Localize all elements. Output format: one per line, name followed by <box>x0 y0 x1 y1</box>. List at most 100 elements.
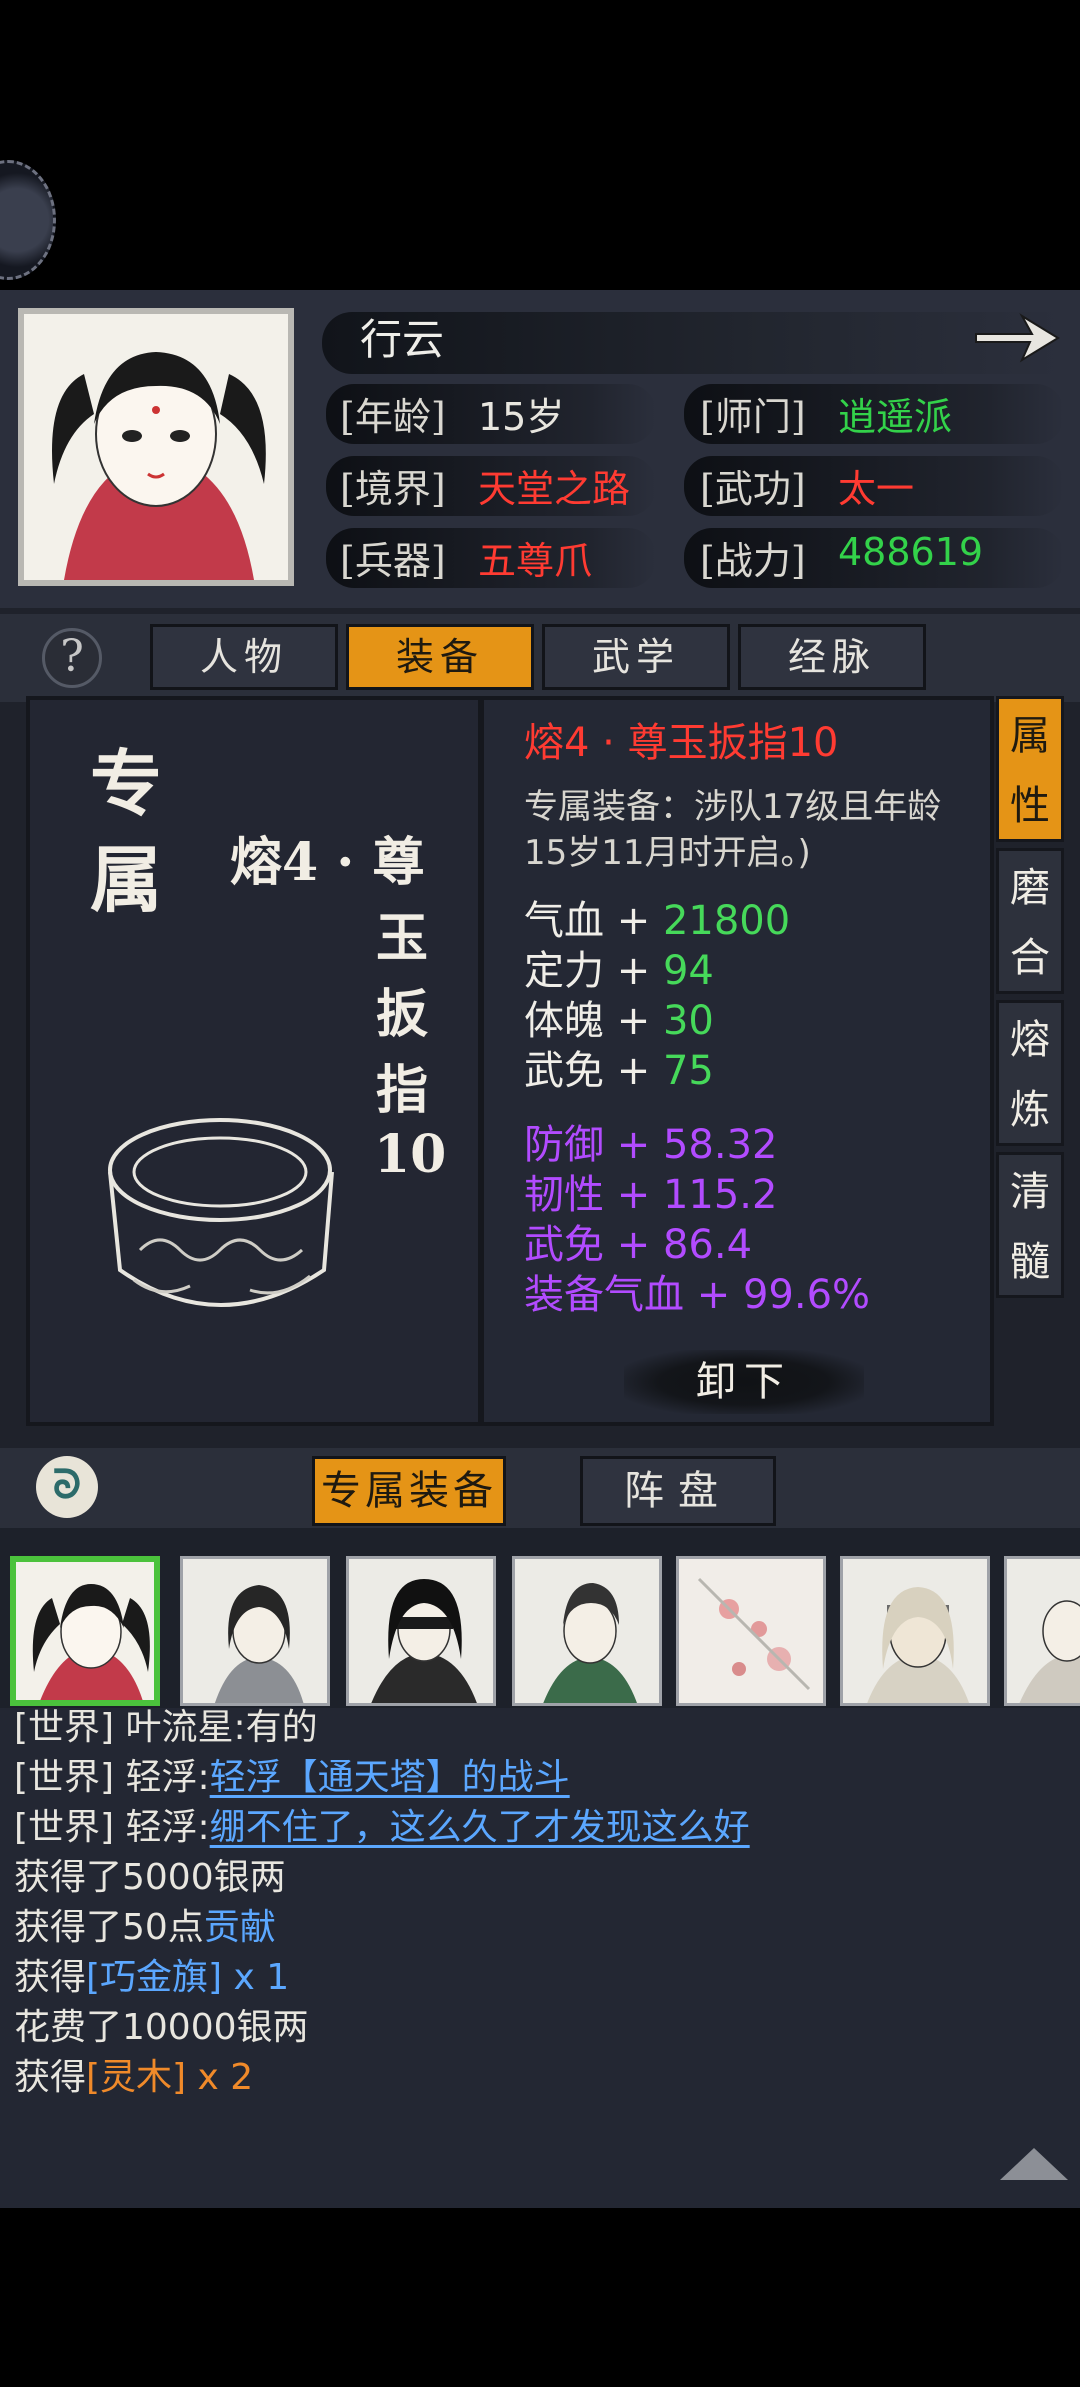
power-label: [战力] <box>700 539 806 583</box>
sect-label: [师门] <box>700 395 806 439</box>
log-item-link[interactable]: [巧金旗] <box>86 1957 222 1998</box>
exclusive-char-2: 属 <box>90 837 163 922</box>
stat-value: 30 <box>662 998 714 1044</box>
stat-row: 武免 + 75 <box>524 1046 714 1096</box>
log-line: 花费了10000银两 <box>14 1998 309 2050</box>
ring-icon <box>108 1118 334 1307</box>
unequip-button[interactable]: 卸下 <box>624 1350 864 1414</box>
item-title: 熔4 · 尊玉扳指10 <box>524 720 839 766</box>
stat-sign: + <box>616 1048 651 1094</box>
chat-link[interactable]: 绷不住了，这么久了才发现这么好 <box>210 1807 750 1848</box>
stat-row: 定力 + 94 <box>524 946 714 996</box>
character-slot-selected[interactable] <box>10 1556 160 1706</box>
power-value: 488619 <box>838 530 984 574</box>
stat-value: 21800 <box>662 898 791 944</box>
stat-value: 75 <box>662 1048 714 1094</box>
tab-character[interactable]: 人物 <box>150 624 338 690</box>
tab-meridians[interactable]: 经脉 <box>738 624 926 690</box>
log-item-link[interactable]: [灵木] <box>86 2057 186 2098</box>
item-name-vertical-3: 扳 <box>376 984 429 1045</box>
sect-value: 逍遥派 <box>838 395 953 439</box>
bonus-stat-value: 86.4 <box>662 1222 753 1268</box>
chat-link[interactable]: 轻浮【通天塔】的战斗 <box>210 1757 570 1798</box>
age-label: [年龄] <box>340 395 446 439</box>
item-illustration-card: 专 属 熔4 · 尊 玉 扳 指 10 <box>26 696 482 1426</box>
item-attributes-card: 熔4 · 尊玉扳指10 专属装备：涉队17级且年龄15岁11月时开启。) 气血 … <box>480 696 994 1426</box>
swap-icon[interactable]: ᘐ <box>36 1456 98 1518</box>
chat-log: [世界] 叶流星:有的 [世界] 轻浮:轻浮【通天塔】的战斗 [世界] 轻浮:绷… <box>0 1707 1080 2208</box>
exclusive-label: 专 属 <box>90 736 162 928</box>
bonus-stat-row: 韧性 + 115.2 <box>524 1170 777 1220</box>
log-text: 花费了10000银两 <box>14 2007 309 2048</box>
stat-name: 定力 <box>524 948 604 994</box>
log-line: 获得了50点贡献 <box>14 1898 276 1950</box>
bonus-stat-sign: + <box>696 1272 731 1318</box>
stat-name: 武免 <box>524 1048 604 1094</box>
bonus-stat-sign: + <box>616 1122 651 1168</box>
character-name: 行云 <box>360 315 445 364</box>
side-tab-smelt[interactable]: 熔 炼 <box>996 1000 1064 1146</box>
character-portrait <box>18 308 294 586</box>
log-highlight: 贡献 <box>203 1907 276 1948</box>
expand-up-icon[interactable] <box>1000 2148 1068 2180</box>
chat-line: [世界] 轻浮:轻浮【通天塔】的战斗 <box>14 1748 570 1800</box>
item-description: 专属装备：涉队17级且年龄15岁11月时开启。) <box>524 787 942 873</box>
equipment-panel: ? 人物 装备 武学 经脉 专 属 熔4 · 尊 玉 扳 指 10 熔4 · 尊… <box>0 608 1080 1528</box>
corner-badge-icon[interactable] <box>0 160 56 280</box>
item-name-vertical-2: 玉 <box>376 908 429 969</box>
bonus-stat-name: 武免 <box>524 1222 604 1268</box>
next-arrow-icon[interactable] <box>970 304 1066 368</box>
tab-equipment[interactable]: 装备 <box>346 624 534 690</box>
bonus-stat-row: 装备气血 + 99.6% <box>524 1270 870 1320</box>
tab-formation[interactable]: 阵盘 <box>580 1456 776 1526</box>
log-quantity: x 1 <box>222 1957 290 1998</box>
item-name-vertical-4: 指 <box>376 1060 429 1121</box>
character-slot[interactable] <box>180 1556 330 1706</box>
log-text: 获得了50点 <box>14 1907 204 1948</box>
log-text: 获得 <box>14 1957 87 1998</box>
character-slot[interactable] <box>346 1556 496 1706</box>
bonus-stat-row: 防御 + 58.32 <box>524 1120 777 1170</box>
chat-prefix: [世界] 轻浮: <box>14 1807 210 1848</box>
realm-value: 天堂之路 <box>478 467 631 511</box>
bottom-tab-bar <box>0 1448 1080 1528</box>
stat-sign: + <box>616 898 651 944</box>
exclusive-char-1: 专 <box>90 741 163 826</box>
character-slot[interactable] <box>840 1556 990 1706</box>
log-text: 获得 <box>14 2057 87 2098</box>
bonus-stat-name: 装备气血 <box>524 1272 684 1318</box>
weapon-label: [兵器] <box>340 539 446 583</box>
item-name-vertical-1: 熔4 · 尊 <box>230 832 425 893</box>
bonus-stat-value: 115.2 <box>662 1172 778 1218</box>
log-line: 获得[灵木] x 2 <box>14 2048 253 2100</box>
side-tab-refine[interactable]: 磨 合 <box>996 848 1064 994</box>
bonus-stat-sign: + <box>616 1222 651 1268</box>
stat-name: 体魄 <box>524 998 604 1044</box>
tab-martial-arts[interactable]: 武学 <box>542 624 730 690</box>
character-slot[interactable] <box>676 1556 826 1706</box>
bonus-stat-sign: + <box>616 1172 651 1218</box>
stat-name: 气血 <box>524 898 604 944</box>
chat-line: [世界] 轻浮:绷不住了，这么久了才发现这么好 <box>14 1798 750 1850</box>
character-header: 行云 [年龄] 15岁 [师门] 逍遥派 [境界] 天堂之路 [武功] 太一 [… <box>0 290 1080 608</box>
martial-value: 太一 <box>838 467 915 511</box>
character-slot[interactable] <box>512 1556 662 1706</box>
log-line: 获得[巧金旗] x 1 <box>14 1948 289 2000</box>
bonus-stat-row: 武免 + 86.4 <box>524 1220 752 1270</box>
age-value: 15岁 <box>478 395 565 439</box>
tab-exclusive-equipment[interactable]: 专属装备 <box>312 1456 506 1526</box>
side-tab-purify[interactable]: 清 髓 <box>996 1152 1064 1298</box>
character-slot[interactable] <box>1004 1556 1080 1706</box>
stat-row: 体魄 + 30 <box>524 996 714 1046</box>
log-line: 获得了5000银两 <box>14 1848 286 1900</box>
stat-sign: + <box>616 998 651 1044</box>
bonus-stat-name: 防御 <box>524 1122 604 1168</box>
chat-prefix: [世界] 轻浮: <box>14 1757 210 1798</box>
stat-value: 94 <box>662 948 714 994</box>
help-icon[interactable]: ? <box>42 628 102 688</box>
character-strip <box>0 1528 1080 1708</box>
chat-prefix: [世界] 叶流星: <box>14 1707 246 1748</box>
bonus-stat-value: 58.32 <box>662 1122 778 1168</box>
side-tab-attributes[interactable]: 属 性 <box>996 696 1064 842</box>
stat-row: 气血 + 21800 <box>524 896 790 946</box>
